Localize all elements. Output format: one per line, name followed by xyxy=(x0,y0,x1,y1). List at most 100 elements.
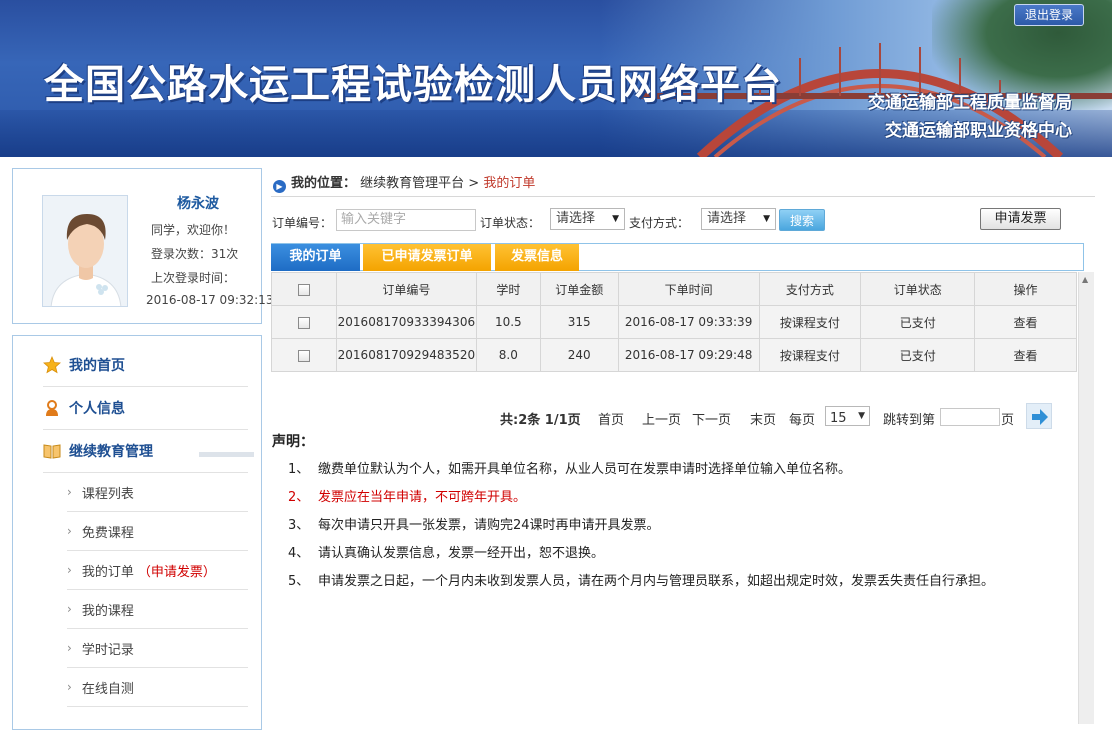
chevron-right-icon: › xyxy=(67,680,72,694)
orders-table: 订单编号 学时 订单金额 下单时间 支付方式 订单状态 操作 201608170… xyxy=(271,272,1077,372)
select-all-checkbox[interactable] xyxy=(297,283,310,296)
subitem-label: 课程列表 xyxy=(81,486,134,502)
last-login-label: 上次登录时间： xyxy=(151,271,236,285)
user-panel: 杨永波 同学，欢迎你！ 登录次数：31次 上次登录时间： 2016-08-17 … xyxy=(12,168,273,324)
row-checkbox[interactable] xyxy=(297,349,310,362)
status-label: 订单状态： xyxy=(480,216,541,230)
last-page-link[interactable]: 末页 xyxy=(750,409,776,428)
hours-cell: 8.0 xyxy=(475,338,541,372)
row-checkbox[interactable] xyxy=(297,316,310,329)
goto-page-input[interactable] xyxy=(940,408,1000,426)
user-name: 杨永波 xyxy=(177,196,219,212)
tab-invoice-info[interactable]: 发票信息 xyxy=(495,244,579,271)
pay-select-value: 请选择 xyxy=(707,211,747,226)
dropdown-arrow-icon: ▼ xyxy=(763,214,770,224)
view-link[interactable]: 查看 xyxy=(974,338,1077,372)
star-icon xyxy=(43,355,61,374)
subitem-label: 免费课程 xyxy=(81,525,134,541)
time-cell: 2016-08-17 09:29:48 xyxy=(617,338,760,372)
sidebar-subitem-hour-records[interactable]: › 学时记录 xyxy=(67,629,248,668)
goto-label: 跳转到第 xyxy=(883,413,936,428)
scroll-up-arrow-icon[interactable]: ▲ xyxy=(1082,275,1088,284)
order-no-label: 订单编号： xyxy=(272,216,333,230)
tab-my-orders[interactable]: 我的订单 xyxy=(271,244,360,271)
header-banner: 全国公路水运工程试验检测人员网络平台 交通运输部工程质量监督局 交通运输部职业资… xyxy=(0,0,1112,157)
row-select-cell xyxy=(271,305,337,339)
order-no-cell: 201608170933394306 xyxy=(335,305,477,339)
go-button[interactable] xyxy=(1026,403,1052,429)
subitem-label: 我的课程 xyxy=(81,603,134,619)
notice-section: 声明： 1、 缴费单位默认为个人，如需开具单位名称，从业人员可在发票申请时选择单… xyxy=(272,431,1052,601)
notice-item: 4、 请认真确认发票信息，发票一经开出，恕不退换。 xyxy=(288,545,1052,562)
chevron-right-icon: › xyxy=(67,563,72,577)
sidebar-item-label: 个人信息 xyxy=(69,401,125,417)
chevron-right-icon: › xyxy=(67,524,72,538)
column-header: 支付方式 xyxy=(758,272,862,306)
sidebar-subitem-my-orders[interactable]: › 我的订单 （申请发票） xyxy=(67,551,248,590)
sidebar-subitem-free-courses[interactable]: › 免费课程 xyxy=(67,512,248,551)
pay-select[interactable]: 请选择 ▼ xyxy=(701,208,776,230)
notice-num: 4、 xyxy=(288,546,310,561)
table-header-row: 订单编号 学时 订单金额 下单时间 支付方式 订单状态 操作 xyxy=(271,272,1077,306)
status-select-value: 请选择 xyxy=(556,211,596,226)
per-page-select[interactable]: 15 ▼ xyxy=(825,406,870,426)
dropdown-arrow-icon: ▼ xyxy=(612,214,619,224)
sidebar-subitem-self-test[interactable]: › 在线自测 xyxy=(67,668,248,707)
time-cell: 2016-08-17 09:33:39 xyxy=(617,305,760,339)
amount-cell: 315 xyxy=(539,305,619,339)
user-greeting: 同学，欢迎你！ xyxy=(151,223,236,237)
avatar-illustration xyxy=(43,196,127,306)
logout-button[interactable]: 退出登录 xyxy=(1014,4,1084,26)
vertical-scrollbar[interactable]: ▲ xyxy=(1078,272,1094,724)
notice-text: 申请发票之日起，一个月内未收到发票人员，请在两个月内与管理员联系，如超出规定时效… xyxy=(318,574,995,589)
subitem-label: 学时记录 xyxy=(81,642,134,658)
breadcrumb-current: 我的订单 xyxy=(483,176,536,191)
sidebar-item-label: 继续教育管理 xyxy=(69,444,153,460)
page-suffix: 页 xyxy=(1001,413,1015,428)
order-no-cell: 201608170929483520 xyxy=(335,338,477,372)
notice-num: 1、 xyxy=(288,462,310,477)
notice-item: 1、 缴费单位默认为个人，如需开具单位名称，从业人员可在发票申请时选择单位输入单… xyxy=(288,461,1052,478)
dropdown-arrow-icon: ▼ xyxy=(858,411,865,421)
prev-page-link[interactable]: 上一页 xyxy=(642,409,681,428)
notice-num: 2、 xyxy=(288,490,310,505)
per-page-label: 每页 xyxy=(789,413,816,428)
pager-total: 共:2条 1/1页 xyxy=(500,413,581,428)
chevron-right-icon: › xyxy=(67,485,72,499)
breadcrumb-prefix: 我的位置： xyxy=(291,176,357,191)
notice-title: 声明： xyxy=(272,434,314,450)
tab-invoiced-orders[interactable]: 已申请发票订单 xyxy=(363,244,491,271)
apply-invoice-link[interactable]: （申请发票） xyxy=(138,561,216,580)
last-login-time: 2016-08-17 09:32:13 xyxy=(146,293,274,307)
first-page-link[interactable]: 首页 xyxy=(598,409,624,428)
arrow-right-circle-icon: ▶ xyxy=(273,180,286,193)
column-header: 订单状态 xyxy=(860,272,976,306)
pay-cell: 按课程支付 xyxy=(758,338,862,372)
sidebar-subitem-my-courses[interactable]: › 我的课程 xyxy=(67,590,248,629)
divider xyxy=(271,196,1095,197)
user-icon xyxy=(43,399,61,417)
chevron-right-icon: › xyxy=(67,602,72,616)
sidebar-item-home[interactable]: 我的首页 xyxy=(43,344,248,387)
apply-invoice-button[interactable]: 申请发票 xyxy=(980,208,1061,230)
avatar xyxy=(42,195,128,307)
next-page-link[interactable]: 下一页 xyxy=(692,409,731,428)
order-no-input[interactable]: 输入关键字 xyxy=(336,209,476,231)
sidebar-subitem-course-list[interactable]: › 课程列表 xyxy=(67,473,248,512)
status-select[interactable]: 请选择 ▼ xyxy=(550,208,625,230)
divider xyxy=(199,452,254,457)
book-icon xyxy=(43,442,61,460)
subitem-label: 在线自测 xyxy=(81,681,134,697)
notice-num: 3、 xyxy=(288,518,310,533)
view-link[interactable]: 查看 xyxy=(974,305,1077,339)
arrow-right-icon xyxy=(1032,409,1048,425)
chevron-right-icon: › xyxy=(67,641,72,655)
pagination: 共:2条 1/1页 首页 上一页 下一页 末页 每页 15 ▼ 跳转到第 页 xyxy=(500,403,1060,429)
column-header: 学时 xyxy=(475,272,541,306)
filter-bar: 订单编号： 输入关键字 订单状态： 请选择 ▼ 支付方式： 请选择 ▼ 搜索 申… xyxy=(272,208,1092,234)
search-button[interactable]: 搜索 xyxy=(779,209,825,231)
column-header: 订单金额 xyxy=(539,272,619,306)
breadcrumb-path[interactable]: 继续教育管理平台 > xyxy=(360,176,479,191)
sidebar-item-profile[interactable]: 个人信息 xyxy=(43,387,248,430)
column-header: 操作 xyxy=(974,272,1077,306)
